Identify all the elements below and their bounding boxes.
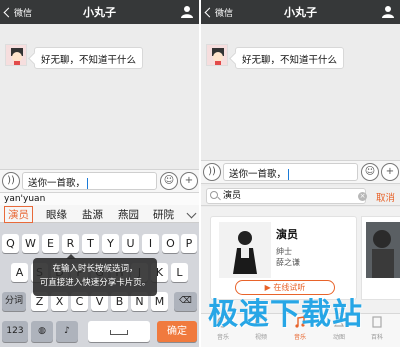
microphone-icon: ♪ <box>64 326 70 336</box>
nav-bar: 微信 小丸子 <box>0 0 199 24</box>
candidate-2[interactable]: 眼缘 <box>46 207 67 222</box>
backspace-key[interactable]: ⌫ <box>174 292 197 311</box>
avatar[interactable] <box>5 44 27 66</box>
search-icon <box>210 191 218 199</box>
chat-title: 小丸子 <box>83 6 116 19</box>
tab-encyclopedia[interactable]: 百科 <box>359 316 395 341</box>
input-bar: )) 送你一首歌， ☺ + <box>201 160 400 184</box>
key-a[interactable]: A <box>11 263 28 282</box>
key-e[interactable]: E <box>42 234 59 253</box>
voice-icon: )) <box>208 166 216 177</box>
numbers-key[interactable]: 123 <box>2 321 28 342</box>
song-artist: 薛之谦 <box>276 258 300 267</box>
message-input[interactable]: 送你一首歌， <box>22 172 157 190</box>
left-screen: 微信 小丸子 好无聊，不知道干什么 )) 送你一首歌， ☺ + yan'yuan… <box>0 0 199 347</box>
candidate-4[interactable]: 燕园 <box>118 207 139 222</box>
tooltip-line-1: 在输入时长按候选词， <box>52 264 138 274</box>
cancel-button[interactable]: 取消 <box>376 190 395 204</box>
split-key[interactable]: 分词 <box>2 292 26 311</box>
key-u[interactable]: U <box>122 234 139 253</box>
message-input-text: 送你一首歌， <box>28 178 86 189</box>
plus-icon: + <box>385 166 395 177</box>
candidate-1[interactable]: 演员 <box>4 206 33 223</box>
nav-bar: 微信 小丸子 <box>201 0 400 24</box>
voice-button[interactable]: )) <box>203 163 221 181</box>
voice-icon: )) <box>7 175 15 186</box>
key-r[interactable]: R <box>62 234 79 253</box>
space-icon <box>110 330 128 335</box>
emoji-button[interactable]: ☺ <box>160 172 178 190</box>
tab-label: 音乐 <box>293 334 306 341</box>
globe-key[interactable]: ◍ <box>31 321 53 342</box>
cartoon-avatar-icon <box>6 45 26 65</box>
cartoon-avatar-icon <box>207 45 227 65</box>
album-cover-icon <box>362 217 400 299</box>
key-t[interactable]: T <box>82 234 99 253</box>
key-w[interactable]: W <box>22 234 39 253</box>
message-input-text: 送你一首歌， <box>229 169 287 180</box>
more-button[interactable]: + <box>381 163 399 181</box>
key-q[interactable]: Q <box>2 234 19 253</box>
album-cover-icon <box>219 222 271 278</box>
search-input[interactable]: 演员 <box>206 188 366 204</box>
more-button[interactable]: + <box>180 172 198 190</box>
hint-tooltip: 在输入时长按候选词， 可直接进入快速分享卡片页。 <box>33 258 157 296</box>
key-o[interactable]: O <box>162 234 179 253</box>
tab-label: 动图 <box>332 334 345 341</box>
space-key[interactable] <box>88 321 150 342</box>
smiley-icon: ☺ <box>364 166 376 177</box>
song-album: 绅士 <box>276 247 292 256</box>
pinyin-composition: yan'yuan <box>0 193 199 205</box>
voice-button[interactable]: )) <box>2 172 20 190</box>
key-y[interactable]: Y <box>102 234 119 253</box>
chat-title: 小丸子 <box>284 6 317 19</box>
clear-icon[interactable]: × <box>358 192 367 201</box>
confirm-key[interactable]: 确定 <box>157 321 197 342</box>
song-card[interactable]: 演员 绅士 薛之谦 ▶ 在线试听 <box>210 216 357 300</box>
globe-icon: ◍ <box>38 326 46 336</box>
candidate-bar: 演员 眼缘 盐源 燕园 研院 <box>0 205 199 223</box>
input-bar: )) 送你一首歌， ☺ + <box>0 169 199 193</box>
expand-candidates-icon[interactable] <box>186 208 197 219</box>
key-l[interactable]: L <box>171 263 188 282</box>
candidate-3[interactable]: 盐源 <box>82 207 103 222</box>
key-i[interactable]: I <box>142 234 159 253</box>
tooltip-line-2: 可直接进入快速分享卡片页。 <box>39 278 151 288</box>
profile-icon[interactable] <box>181 5 193 18</box>
search-bar: 演员 × 取消 <box>201 186 400 206</box>
key-p[interactable]: P <box>181 234 197 253</box>
text-cursor <box>87 177 89 189</box>
emoji-button[interactable]: ☺ <box>361 163 379 181</box>
tab-label: 百科 <box>370 334 383 341</box>
book-icon <box>372 316 382 328</box>
song-title: 演员 <box>276 228 298 241</box>
tab-label: 视频 <box>254 334 267 341</box>
tab-label: 音乐 <box>216 334 229 341</box>
plus-icon: + <box>184 175 194 186</box>
backspace-icon: ⌫ <box>179 296 192 306</box>
smiley-icon: ☺ <box>163 175 175 186</box>
message-input[interactable]: 送你一首歌， <box>223 163 358 181</box>
candidate-5[interactable]: 研院 <box>153 207 174 222</box>
profile-icon[interactable] <box>382 5 394 18</box>
text-cursor <box>288 168 290 180</box>
site-watermark: 极速下载站 <box>208 297 363 332</box>
message-bubble: 好无聊，不知道干什么 <box>235 47 345 69</box>
message-bubble: 好无聊，不知道干什么 <box>34 47 144 69</box>
song-card-partial[interactable] <box>361 216 400 300</box>
microphone-key[interactable]: ♪ <box>56 321 78 342</box>
avatar[interactable] <box>206 44 228 66</box>
